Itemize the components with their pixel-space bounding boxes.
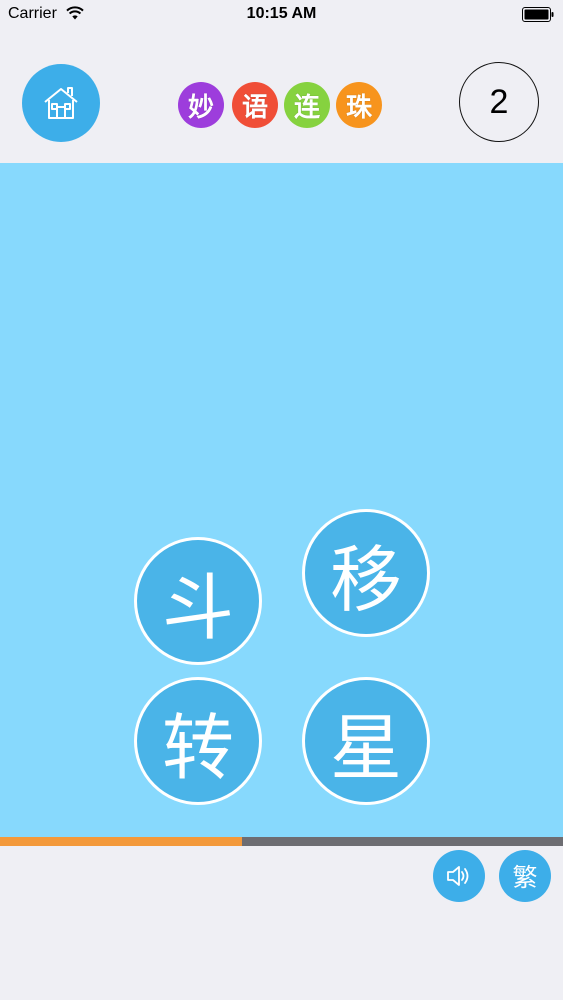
- logo-bead: 语: [232, 82, 278, 128]
- logo-bead: 珠: [336, 82, 382, 128]
- game-board: 斗 移 转 星: [0, 163, 563, 837]
- logo-bead: 妙: [178, 82, 224, 128]
- battery-icon: [522, 7, 554, 22]
- character-tile[interactable]: 斗: [134, 537, 262, 665]
- time-progress-bar: [0, 837, 563, 846]
- traditional-chinese-button[interactable]: 繁: [499, 850, 551, 902]
- character-tile[interactable]: 转: [134, 677, 262, 805]
- header: 妙 语 连 珠 2: [0, 30, 563, 163]
- app-logo: 妙 语 连 珠: [178, 82, 384, 130]
- character-tile[interactable]: 移: [302, 509, 430, 637]
- character-tile[interactable]: 星: [302, 677, 430, 805]
- status-bar: Carrier 10:15 AM: [0, 0, 563, 30]
- time-progress-fill: [0, 837, 243, 846]
- speaker-icon: [447, 866, 469, 886]
- logo-bead: 连: [284, 82, 330, 128]
- sound-button[interactable]: [433, 850, 485, 902]
- house-icon: [44, 87, 78, 119]
- level-badge: 2: [459, 62, 539, 142]
- status-time: 10:15 AM: [246, 5, 317, 22]
- home-button[interactable]: [22, 64, 100, 142]
